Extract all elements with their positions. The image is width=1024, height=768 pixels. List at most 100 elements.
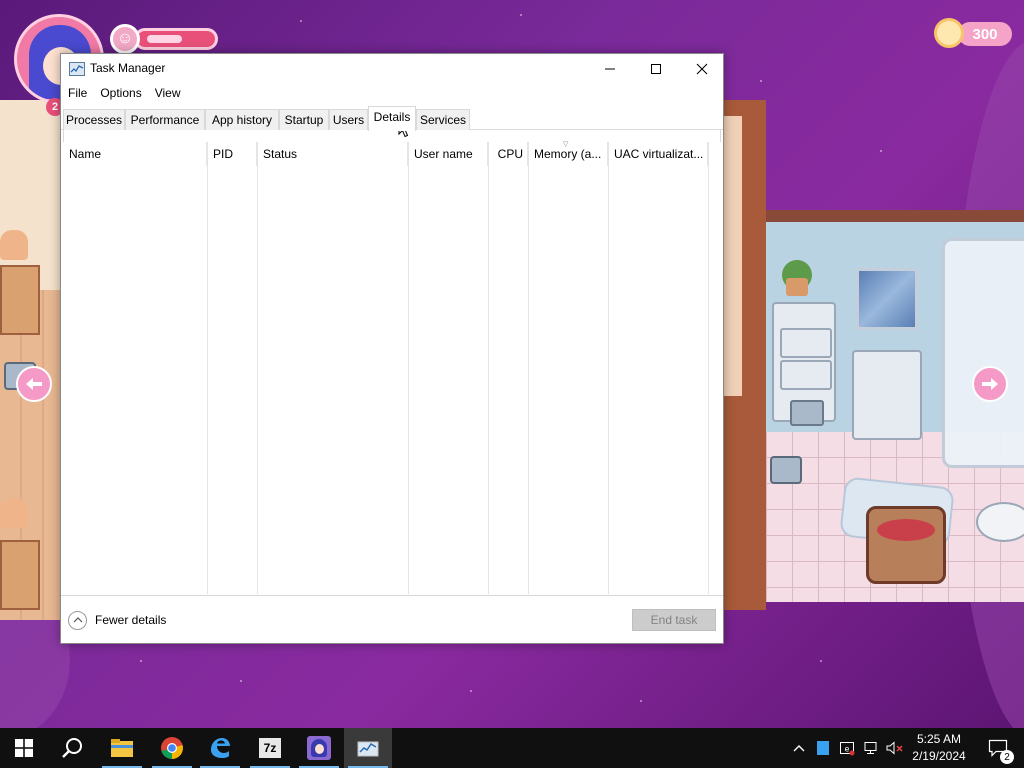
- column-header-cpu[interactable]: CPU: [488, 142, 528, 166]
- chrome-icon: [161, 737, 183, 759]
- taskbar-7zip[interactable]: 7z: [246, 728, 294, 768]
- next-room-arrow-icon[interactable]: [972, 366, 1008, 402]
- footer-divider: [61, 595, 723, 596]
- volume-muted-icon: [886, 741, 903, 755]
- tray-security-button[interactable]: e: [836, 728, 858, 768]
- tab-app-history[interactable]: App history: [205, 109, 279, 130]
- star: [640, 700, 642, 702]
- window-title: Task Manager: [90, 61, 166, 75]
- clock-time: 5:25 AM: [916, 732, 962, 746]
- lamp: [0, 498, 28, 528]
- chevron-up-icon: [68, 610, 87, 630]
- mood-bar: [134, 28, 218, 50]
- close-icon: [696, 63, 708, 75]
- taskbar-file-explorer[interactable]: [98, 728, 146, 768]
- column-divider: [257, 142, 258, 594]
- star: [140, 660, 142, 662]
- previous-room-arrow-icon[interactable]: [16, 366, 52, 402]
- game-icon: [307, 736, 331, 760]
- bedroom-room: [0, 100, 62, 620]
- shower: [942, 238, 1024, 468]
- volume-button[interactable]: [884, 728, 906, 768]
- action-center-button[interactable]: 2: [978, 728, 1018, 768]
- side-table: [0, 540, 40, 610]
- taskbar-game[interactable]: [295, 728, 343, 768]
- fewer-details-label: Fewer details: [95, 613, 167, 627]
- close-button[interactable]: [679, 54, 725, 84]
- tab-performance[interactable]: Performance: [125, 109, 205, 130]
- side-table: [0, 265, 40, 335]
- column-divider: [528, 142, 529, 594]
- star: [300, 20, 302, 22]
- tab-users[interactable]: Users: [329, 109, 368, 130]
- tab-strip: Processes Performance App history Startu…: [61, 106, 723, 131]
- taskbar-edge[interactable]: [196, 728, 244, 768]
- column-header-pid[interactable]: PID: [207, 142, 257, 166]
- star: [470, 690, 472, 692]
- show-hidden-icons-button[interactable]: [788, 728, 810, 768]
- security-icon: e: [840, 742, 855, 756]
- start-button[interactable]: [0, 728, 48, 768]
- tab-startup[interactable]: Startup: [279, 109, 329, 130]
- mirror: [856, 268, 918, 330]
- network-icon: [864, 742, 877, 754]
- menu-file[interactable]: File: [61, 84, 93, 104]
- laundry-bin: [770, 456, 802, 484]
- mood-face-icon: ☺: [110, 24, 140, 54]
- edge-icon: [211, 738, 230, 758]
- star: [240, 680, 242, 682]
- column-header-user-name[interactable]: User name: [408, 142, 488, 166]
- star: [880, 150, 882, 152]
- lamp: [0, 230, 28, 260]
- column-header-uac-virtualization[interactable]: UAC virtualizat...: [608, 142, 708, 166]
- menu-view[interactable]: View: [148, 84, 187, 104]
- trash-bin: [790, 400, 824, 426]
- column-divider: [488, 142, 489, 594]
- taskbar-chrome[interactable]: [148, 728, 196, 768]
- coin-amount: 300: [958, 22, 1012, 46]
- coin-counter: 300: [934, 18, 1014, 50]
- notification-count-badge: 2: [1000, 750, 1014, 764]
- task-manager-window: Task Manager File Options View Processes…: [60, 53, 724, 644]
- search-button[interactable]: [48, 728, 96, 768]
- minimize-button[interactable]: [587, 54, 633, 84]
- column-divider: [608, 142, 609, 594]
- star: [820, 660, 822, 662]
- minimize-icon: [605, 68, 615, 70]
- file-explorer-icon: [111, 739, 133, 757]
- room-divider: [722, 100, 766, 610]
- tab-processes[interactable]: Processes: [63, 109, 125, 130]
- search-icon: [62, 738, 82, 758]
- menu-options[interactable]: Options: [93, 84, 147, 104]
- column-divider: [207, 142, 208, 594]
- svg-text:e: e: [845, 745, 850, 754]
- mood-bar-fill: [147, 35, 182, 43]
- system-clock[interactable]: 5:25 AM 2/19/2024: [904, 731, 974, 765]
- column-header-row: Name PID Status User name CPU Memory (a.…: [63, 142, 721, 166]
- title-bar[interactable]: Task Manager: [61, 54, 723, 84]
- 7zip-icon: 7z: [259, 738, 281, 758]
- donut-coin-icon: [934, 18, 964, 48]
- tray-blue-square-icon: [817, 741, 829, 755]
- toilet: [976, 502, 1024, 542]
- plant-pot: [786, 278, 808, 296]
- star: [520, 14, 522, 16]
- tray-app-button[interactable]: [812, 728, 834, 768]
- menu-bar: File Options View: [61, 84, 723, 104]
- network-button[interactable]: [860, 728, 882, 768]
- maximize-button[interactable]: [633, 54, 679, 84]
- process-list[interactable]: [63, 166, 721, 594]
- task-manager-icon: [357, 741, 379, 757]
- chevron-up-icon: [793, 745, 805, 752]
- sink: [852, 350, 922, 440]
- tab-details[interactable]: Details: [368, 106, 416, 131]
- column-header-status[interactable]: Status: [257, 142, 408, 166]
- sort-descending-icon: ▽: [563, 141, 569, 148]
- tab-services[interactable]: Services: [416, 109, 470, 130]
- column-divider: [708, 142, 709, 594]
- taskbar: 7z e 5:25 AM 2/19/2024 2: [0, 728, 1024, 768]
- end-task-button[interactable]: End task: [632, 609, 716, 631]
- taskbar-task-manager[interactable]: [344, 728, 392, 768]
- column-header-name[interactable]: Name: [63, 142, 207, 166]
- fewer-details-button[interactable]: Fewer details: [68, 610, 166, 630]
